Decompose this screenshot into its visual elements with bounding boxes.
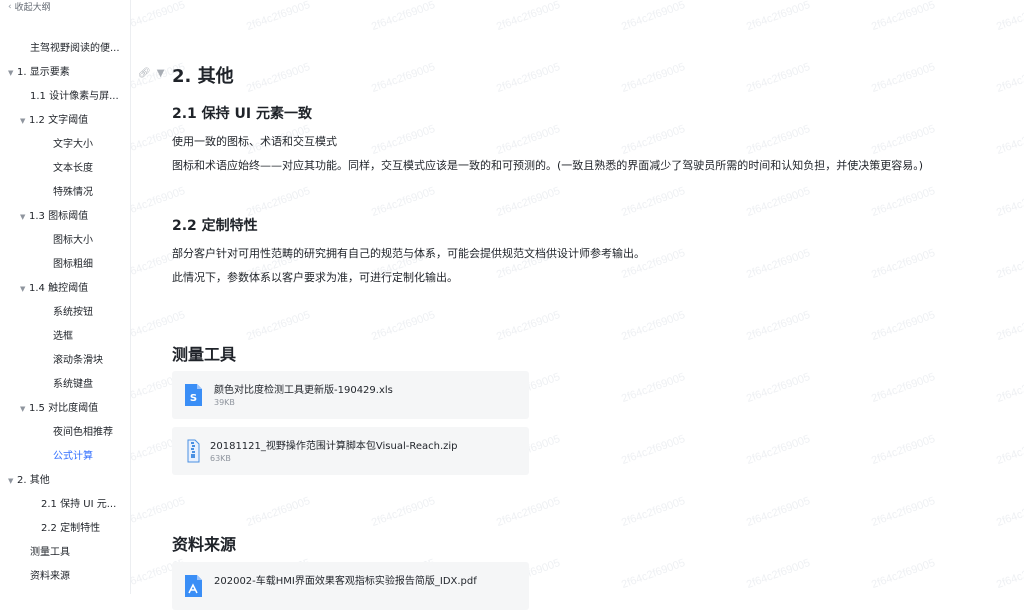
outline-item-text-size[interactable]: 文字大小 <box>0 133 130 157</box>
outline-item-text-length[interactable]: 文本长度 <box>0 157 130 181</box>
collapse-outline-label: 收起大纲 <box>14 3 51 13</box>
outline-item-scrollbar-thumb[interactable]: 滚动条滑块 <box>0 349 130 373</box>
caret-down-icon[interactable]: ▼ <box>8 61 13 85</box>
caret-down-icon[interactable]: ▼ <box>20 277 25 301</box>
file-attachment[interactable]: S 颜色对比度检测工具更新版-190429.xls 39KB <box>172 371 529 419</box>
caret-down-icon[interactable]: ▼ <box>20 205 25 229</box>
file-size: 63KB <box>210 454 231 463</box>
file-name: 颜色对比度检测工具更新版-190429.xls <box>214 385 393 396</box>
spreadsheet-icon: S <box>185 384 202 406</box>
link-icon[interactable]: 🔗︎ <box>138 68 151 79</box>
outline-item-intro[interactable]: 主驾视野阅读的便... <box>0 37 130 61</box>
collapse-outline-button[interactable]: ‹ 收起大纲 <box>8 0 51 14</box>
heading-tools: 🔗︎ ▼ <box>138 68 164 79</box>
paragraph: 图标和术语应始终——对应其功能。同样，交互模式应该是一致的和可预测的。(一致且熟… <box>172 159 924 172</box>
paragraph: 使用一致的图标、术语和交互模式 <box>172 135 337 148</box>
outline-item-custom-features[interactable]: 2.2 定制特性 <box>0 517 130 541</box>
outline-item-display-elements[interactable]: ▼ 1. 显示要素 <box>0 61 130 85</box>
outline-item-special-cases[interactable]: 特殊情况 <box>0 181 130 205</box>
outline-item-checkbox[interactable]: 选框 <box>0 325 130 349</box>
outline-item-icon-threshold[interactable]: ▼ 1.3 图标阈值 <box>0 205 130 229</box>
caret-down-icon[interactable]: ▼ <box>20 109 25 133</box>
file-attachment[interactable]: 20181121_视野操作范围计算脚本包Visual-Reach.zip 63K… <box>172 427 529 475</box>
caret-down-icon[interactable]: ▼ <box>157 68 165 79</box>
file-name: 20181121_视野操作范围计算脚本包Visual-Reach.zip <box>210 441 458 452</box>
outline-item-formula[interactable]: 公式计算 <box>0 445 130 469</box>
zip-icon <box>187 439 200 463</box>
caret-down-icon[interactable]: ▼ <box>20 397 25 421</box>
outline-item-sources[interactable]: 资料来源 <box>0 565 130 589</box>
svg-text:S: S <box>190 393 197 404</box>
paragraph: 此情况下，参数体系以客户要求为准，可进行定制化输出。 <box>172 271 458 284</box>
outline-item-tools[interactable]: 测量工具 <box>0 541 130 565</box>
document-body: 2. 其他 2.1 保持 UI 元素一致 使用一致的图标、术语和交互模式 图标和… <box>172 0 1012 610</box>
heading-tools-section: 测量工具 <box>172 345 237 364</box>
subheading-consistent-ui: 2.1 保持 UI 元素一致 <box>172 106 312 122</box>
paragraph: 部分客户针对可用性范畴的研究拥有自己的规范与体系，可能会提供规范文档供设计师参考… <box>172 247 645 260</box>
pdf-icon <box>185 575 202 597</box>
outline-item-others[interactable]: ▼ 2. 其他 <box>0 469 130 493</box>
section-heading: 2. 其他 <box>172 66 234 87</box>
outline-item-icon-weight[interactable]: 图标粗细 <box>0 253 130 277</box>
outline-item-design-pixels[interactable]: 1.1 设计像素与屏... <box>0 85 130 109</box>
file-attachment[interactable]: 202002-车载HMI界面效果客观指标实验报告简版_IDX.pdf <box>172 562 529 610</box>
outline-item-touch-threshold[interactable]: ▼ 1.4 触控阈值 <box>0 277 130 301</box>
outline-sidebar: ‹ 收起大纲 主驾视野阅读的便... ▼ 1. 显示要素 1.1 设计像素与屏..… <box>0 0 131 594</box>
outline-list: 主驾视野阅读的便... ▼ 1. 显示要素 1.1 设计像素与屏... ▼ 1.2 … <box>0 37 130 589</box>
file-size: 39KB <box>214 398 235 407</box>
caret-down-icon[interactable]: ▼ <box>8 469 13 493</box>
outline-item-contrast-threshold[interactable]: ▼ 1.5 对比度阈值 <box>0 397 130 421</box>
outline-item-system-buttons[interactable]: 系统按钮 <box>0 301 130 325</box>
outline-item-night-hue[interactable]: 夜间色相推荐 <box>0 421 130 445</box>
chevron-left-icon: ‹ <box>8 1 12 12</box>
outline-item-icon-size[interactable]: 图标大小 <box>0 229 130 253</box>
file-name: 202002-车载HMI界面效果客观指标实验报告简版_IDX.pdf <box>214 576 477 587</box>
heading-sources-section: 资料来源 <box>172 535 237 554</box>
outline-item-text-threshold[interactable]: ▼ 1.2 文字阈值 <box>0 109 130 133</box>
outline-item-consistent-ui[interactable]: 2.1 保持 UI 元... <box>0 493 130 517</box>
subheading-custom-features: 2.2 定制特性 <box>172 218 258 234</box>
outline-item-system-keyboard[interactable]: 系统键盘 <box>0 373 130 397</box>
